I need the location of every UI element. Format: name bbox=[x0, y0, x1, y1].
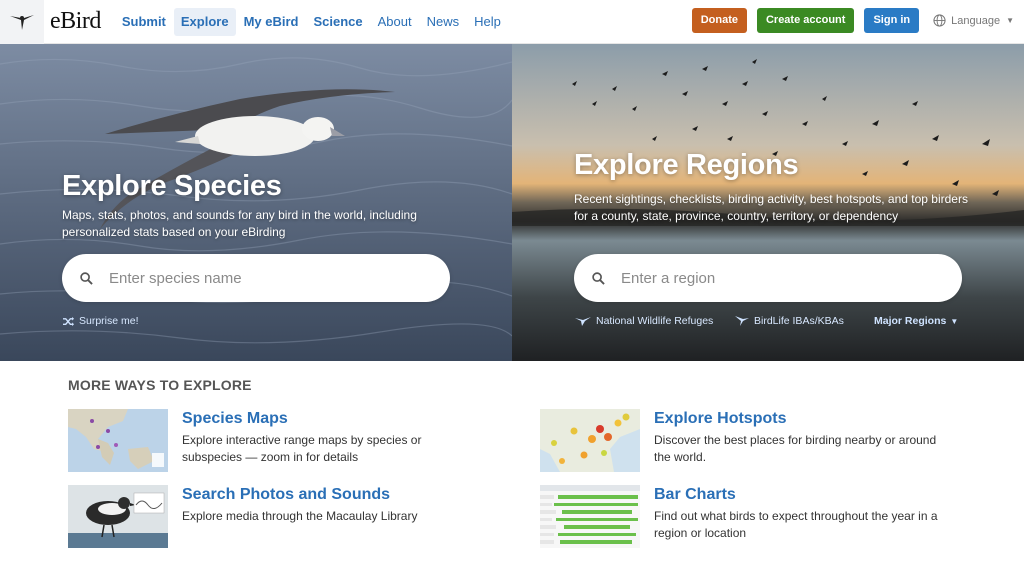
birdlife-ibas-kbas-link[interactable]: BirdLife IBAs/KBAs bbox=[734, 315, 844, 327]
surprise-me-label: Surprise me! bbox=[79, 315, 139, 327]
header-actions: Donate Create account Sign in Language ▼ bbox=[682, 8, 1014, 33]
bar-charts-description: Find out what birds to expect throughout… bbox=[654, 509, 938, 540]
brand-name[interactable]: eBird bbox=[50, 8, 101, 35]
search-photos-sounds-card[interactable]: Search Photos and Sounds Explore media t… bbox=[68, 485, 488, 549]
language-selector[interactable]: Language ▼ bbox=[933, 14, 1014, 27]
search-icon bbox=[80, 271, 93, 285]
more-ways-title: MORE WAYS TO EXPLORE bbox=[68, 377, 252, 393]
explore-species-panel: Explore Species Maps, stats, photos, and… bbox=[0, 44, 512, 361]
species-search-input[interactable] bbox=[109, 269, 409, 287]
language-label: Language bbox=[951, 14, 1001, 27]
surprise-me-link[interactable]: Surprise me! bbox=[62, 315, 139, 327]
search-photos-sounds-description: Explore media through the Macaulay Libra… bbox=[182, 509, 418, 523]
explore-regions-description: Recent sightings, checklists, birding ac… bbox=[574, 192, 968, 223]
sign-in-button[interactable]: Sign in bbox=[864, 8, 920, 33]
nav-science[interactable]: Science bbox=[306, 8, 369, 36]
shuffle-icon bbox=[63, 316, 74, 326]
chevron-down-icon: ▼ bbox=[1006, 16, 1014, 25]
explore-hotspots-card[interactable]: Explore Hotspots Discover the best place… bbox=[540, 409, 960, 473]
bird-logo-icon bbox=[10, 14, 34, 30]
nav-help[interactable]: Help bbox=[467, 8, 508, 36]
explore-hotspots-title[interactable]: Explore Hotspots bbox=[654, 410, 786, 428]
ebird-logo[interactable] bbox=[0, 0, 44, 44]
species-maps-title[interactable]: Species Maps bbox=[182, 410, 288, 428]
main-nav: Submit Explore My eBird Science About Ne… bbox=[115, 0, 509, 44]
explore-species-title: Explore Species bbox=[62, 170, 282, 202]
national-wildlife-refuges-link[interactable]: National Wildlife Refuges bbox=[574, 315, 713, 327]
explore-regions-title: Explore Regions bbox=[574, 149, 799, 181]
explore-hotspots-thumbnail bbox=[540, 409, 640, 472]
caret-down-icon: ▼ bbox=[950, 316, 959, 326]
nav-my-ebird[interactable]: My eBird bbox=[237, 8, 306, 36]
donate-button[interactable]: Donate bbox=[691, 8, 747, 33]
search-photos-sounds-title[interactable]: Search Photos and Sounds bbox=[182, 486, 390, 504]
create-account-button[interactable]: Create account bbox=[756, 8, 855, 33]
species-search-box[interactable] bbox=[62, 254, 450, 302]
nav-news[interactable]: News bbox=[420, 8, 467, 36]
major-regions-label: Major Regions bbox=[874, 315, 947, 327]
national-wildlife-refuges-label: National Wildlife Refuges bbox=[596, 315, 714, 327]
explore-regions-panel: Explore Regions Recent sightings, checkl… bbox=[512, 44, 1024, 361]
major-regions-dropdown[interactable]: Major Regions ▼ bbox=[874, 315, 958, 327]
species-maps-thumbnail bbox=[68, 409, 168, 472]
bar-charts-thumbnail bbox=[540, 485, 640, 548]
explore-species-description: Maps, stats, photos, and sounds for any … bbox=[62, 208, 417, 239]
region-search-box[interactable] bbox=[574, 254, 962, 302]
search-icon bbox=[592, 271, 605, 285]
bar-charts-card[interactable]: Bar Charts Find out what birds to expect… bbox=[540, 485, 960, 549]
globe-icon bbox=[933, 14, 946, 27]
nav-about[interactable]: About bbox=[371, 8, 419, 36]
species-maps-card[interactable]: Species Maps Explore interactive range m… bbox=[68, 409, 488, 473]
explore-hotspots-description: Discover the best places for birding nea… bbox=[654, 433, 937, 464]
nav-submit[interactable]: Submit bbox=[115, 8, 173, 36]
nav-explore[interactable]: Explore bbox=[173, 7, 236, 36]
birdlife-ibas-kbas-label: BirdLife IBAs/KBAs bbox=[754, 315, 844, 327]
site-header: eBird Submit Explore My eBird Science Ab… bbox=[0, 0, 1024, 44]
bar-charts-title[interactable]: Bar Charts bbox=[654, 486, 736, 504]
birdlife-icon bbox=[735, 316, 749, 326]
species-maps-description: Explore interactive range maps by specie… bbox=[182, 433, 422, 464]
search-photos-sounds-thumbnail bbox=[68, 485, 168, 548]
refuge-bird-icon bbox=[575, 316, 591, 326]
region-search-input[interactable] bbox=[621, 269, 921, 287]
